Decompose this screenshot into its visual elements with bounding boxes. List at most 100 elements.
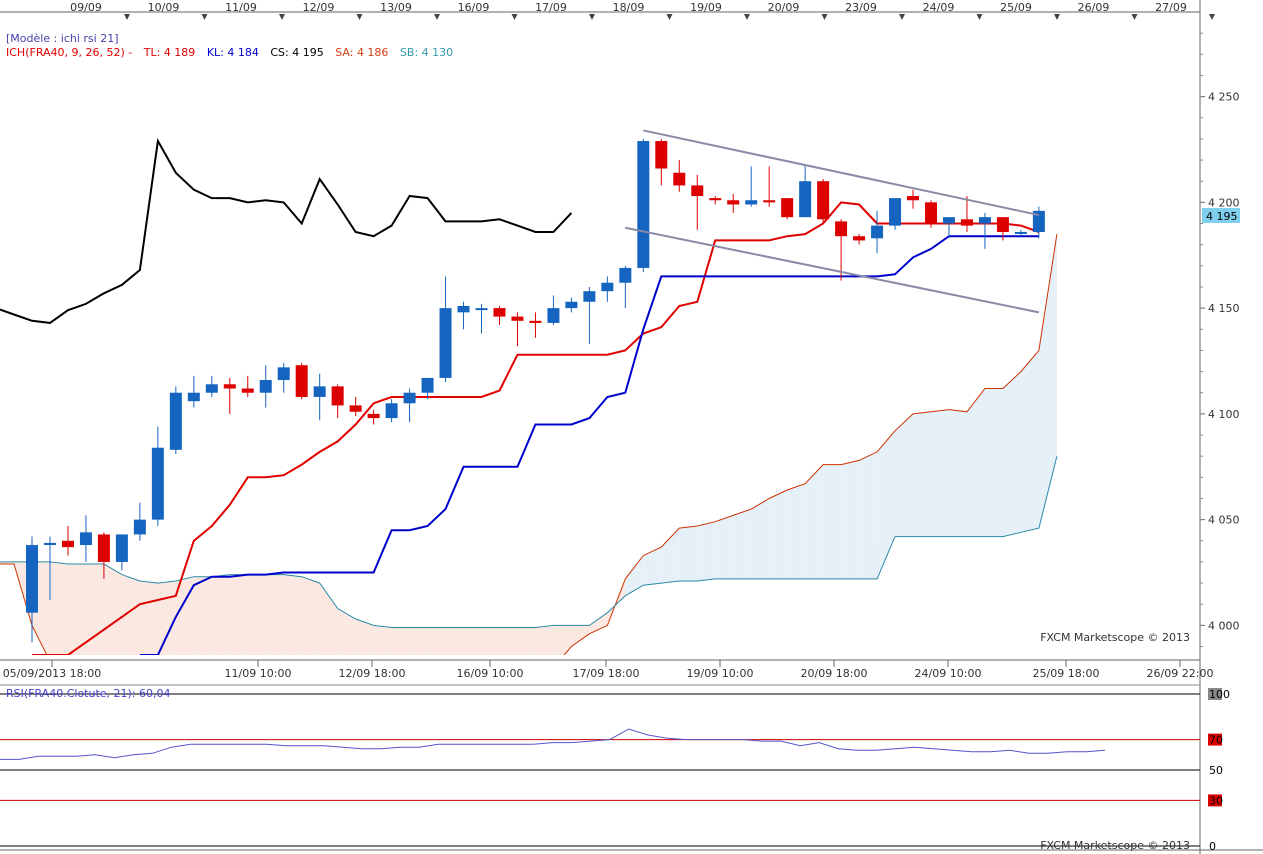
- bearish-candle-body: [853, 236, 866, 241]
- top-date-label: 12/09: [303, 1, 335, 14]
- kumo-segment: [103, 564, 122, 655]
- bottom-date-label: 26/09 22:00: [1147, 667, 1214, 680]
- bullish-candle-body: [871, 225, 884, 239]
- bullish-candle-body: [457, 306, 470, 313]
- kumo-segment: [931, 409, 949, 537]
- bullish-candle-body: [169, 392, 182, 450]
- bullish-candle-body: [259, 380, 272, 393]
- current-price-tag: 4 195: [1202, 208, 1240, 223]
- chart-frame: [0, 0, 1263, 854]
- candlestick: [169, 386, 182, 455]
- kumo-segment: [913, 411, 931, 537]
- bullish-candle-body: [403, 392, 416, 404]
- bearish-candle-body: [295, 365, 308, 397]
- top-date-label: 18/09: [613, 1, 645, 14]
- bullish-candle-body: [133, 519, 146, 535]
- top-date-label: 26/09: [1078, 1, 1110, 14]
- bearish-candle-body: [817, 181, 830, 220]
- bearish-candle-body: [529, 320, 542, 323]
- bottom-date-label: 19/09 10:00: [687, 667, 754, 680]
- bearish-candle-body: [655, 141, 668, 169]
- top-date-label: 27/09: [1155, 1, 1187, 14]
- bullish-candle-body: [619, 267, 632, 283]
- bullish-candle-body: [547, 308, 560, 323]
- bottom-date-label: 20/09 18:00: [801, 667, 868, 680]
- kumo-segment: [967, 388, 985, 537]
- bearish-candle-body: [691, 185, 704, 197]
- bottom-date-label: 24/09 10:00: [915, 667, 982, 680]
- bottom-date-label: 17/09 18:00: [573, 667, 640, 680]
- top-date-label: 23/09: [845, 1, 877, 14]
- candlestick: [295, 363, 308, 400]
- rsi-level-label: 70: [1209, 734, 1223, 747]
- kumo-segment: [211, 574, 230, 655]
- bottom-date-label: 11/09 10:00: [225, 667, 292, 680]
- candlestick: [637, 138, 650, 273]
- price-tick-label: 4 050: [1208, 514, 1240, 527]
- bullish-candle-body: [43, 542, 56, 546]
- bullish-candle-body: [565, 301, 578, 309]
- kumo-segment: [859, 451, 878, 579]
- kumo-segment: [895, 413, 913, 537]
- bullish-candle-body: [26, 545, 38, 613]
- current-price-label: 4 195: [1206, 210, 1238, 223]
- bottom-date-label: 16/09 10:00: [457, 667, 524, 680]
- kumo-segment: [1002, 371, 1021, 537]
- bullish-candle-body: [313, 386, 326, 397]
- watermark-main: FXCM Marketscope © 2013: [1040, 631, 1190, 644]
- bullish-candle-body: [583, 291, 596, 302]
- bullish-candle-body: [439, 308, 452, 378]
- bullish-candle-body: [421, 377, 434, 393]
- bearish-candle-body: [763, 200, 776, 203]
- bearish-candle-body: [996, 217, 1009, 232]
- price-tick-label: 4 150: [1208, 302, 1240, 315]
- top-date-label: 24/09: [923, 1, 955, 14]
- bullish-candle-body: [475, 308, 488, 311]
- bearish-candle-body: [367, 413, 380, 419]
- price-tick-label: 4 200: [1208, 196, 1240, 209]
- bullish-candle-body: [889, 198, 902, 226]
- bearish-candle-body: [223, 384, 236, 389]
- bearish-candle-body: [241, 388, 254, 393]
- kumo-segment: [697, 521, 716, 581]
- chart-background: [0, 0, 1263, 854]
- candlestick: [889, 198, 902, 230]
- kumo-segment: [301, 576, 320, 655]
- bullish-candle-body: [187, 392, 200, 402]
- kumo-segment: [733, 509, 752, 579]
- top-date-label: 11/09: [225, 1, 257, 14]
- bullish-candle-body: [745, 200, 758, 205]
- bullish-candle-body: [115, 534, 128, 562]
- candlestick: [817, 179, 830, 224]
- bearish-candle-body: [673, 172, 686, 186]
- bullish-candle-body: [942, 217, 955, 224]
- kumo-segment: [984, 388, 1003, 537]
- price-tick-label: 4 000: [1208, 619, 1240, 632]
- bullish-candle-body: [978, 217, 991, 224]
- kumo-segment: [50, 561, 68, 655]
- ichimoku-chart: 4 250 4 200 4 150 4 100 4 050 4 000 09/09 10/09…: [0, 0, 1263, 854]
- bearish-candle-body: [907, 196, 920, 201]
- bearish-candle-body: [960, 219, 973, 226]
- bullish-candle-body: [385, 403, 398, 419]
- bearish-candle-body: [727, 200, 740, 205]
- kumo-segment: [769, 490, 788, 579]
- kumo-segment: [949, 409, 967, 537]
- bearish-candle-body: [709, 198, 722, 201]
- bullish-candle-body: [151, 447, 164, 520]
- bearish-candle-body: [835, 221, 848, 237]
- bearish-candle-body: [349, 405, 362, 412]
- kumo-segment: [1020, 350, 1039, 533]
- bearish-candle-body: [97, 534, 110, 562]
- kumo-segment: [787, 483, 806, 579]
- rsi-level-label: 30: [1209, 794, 1223, 807]
- bearish-candle-body: [61, 540, 74, 548]
- bearish-candle-body: [781, 198, 794, 218]
- top-date-label: 09/09: [70, 1, 102, 14]
- price-tick-label: 4 100: [1208, 408, 1240, 421]
- legend-sa: SA: 4 186: [335, 46, 388, 59]
- kumo-segment: [751, 498, 770, 579]
- bullish-candle-body: [79, 532, 92, 546]
- kumo-segment: [121, 574, 140, 655]
- ichimoku-legend: ICH(FRA40, 9, 26, 52) - TL: 4 189 KL: 4 …: [6, 46, 453, 59]
